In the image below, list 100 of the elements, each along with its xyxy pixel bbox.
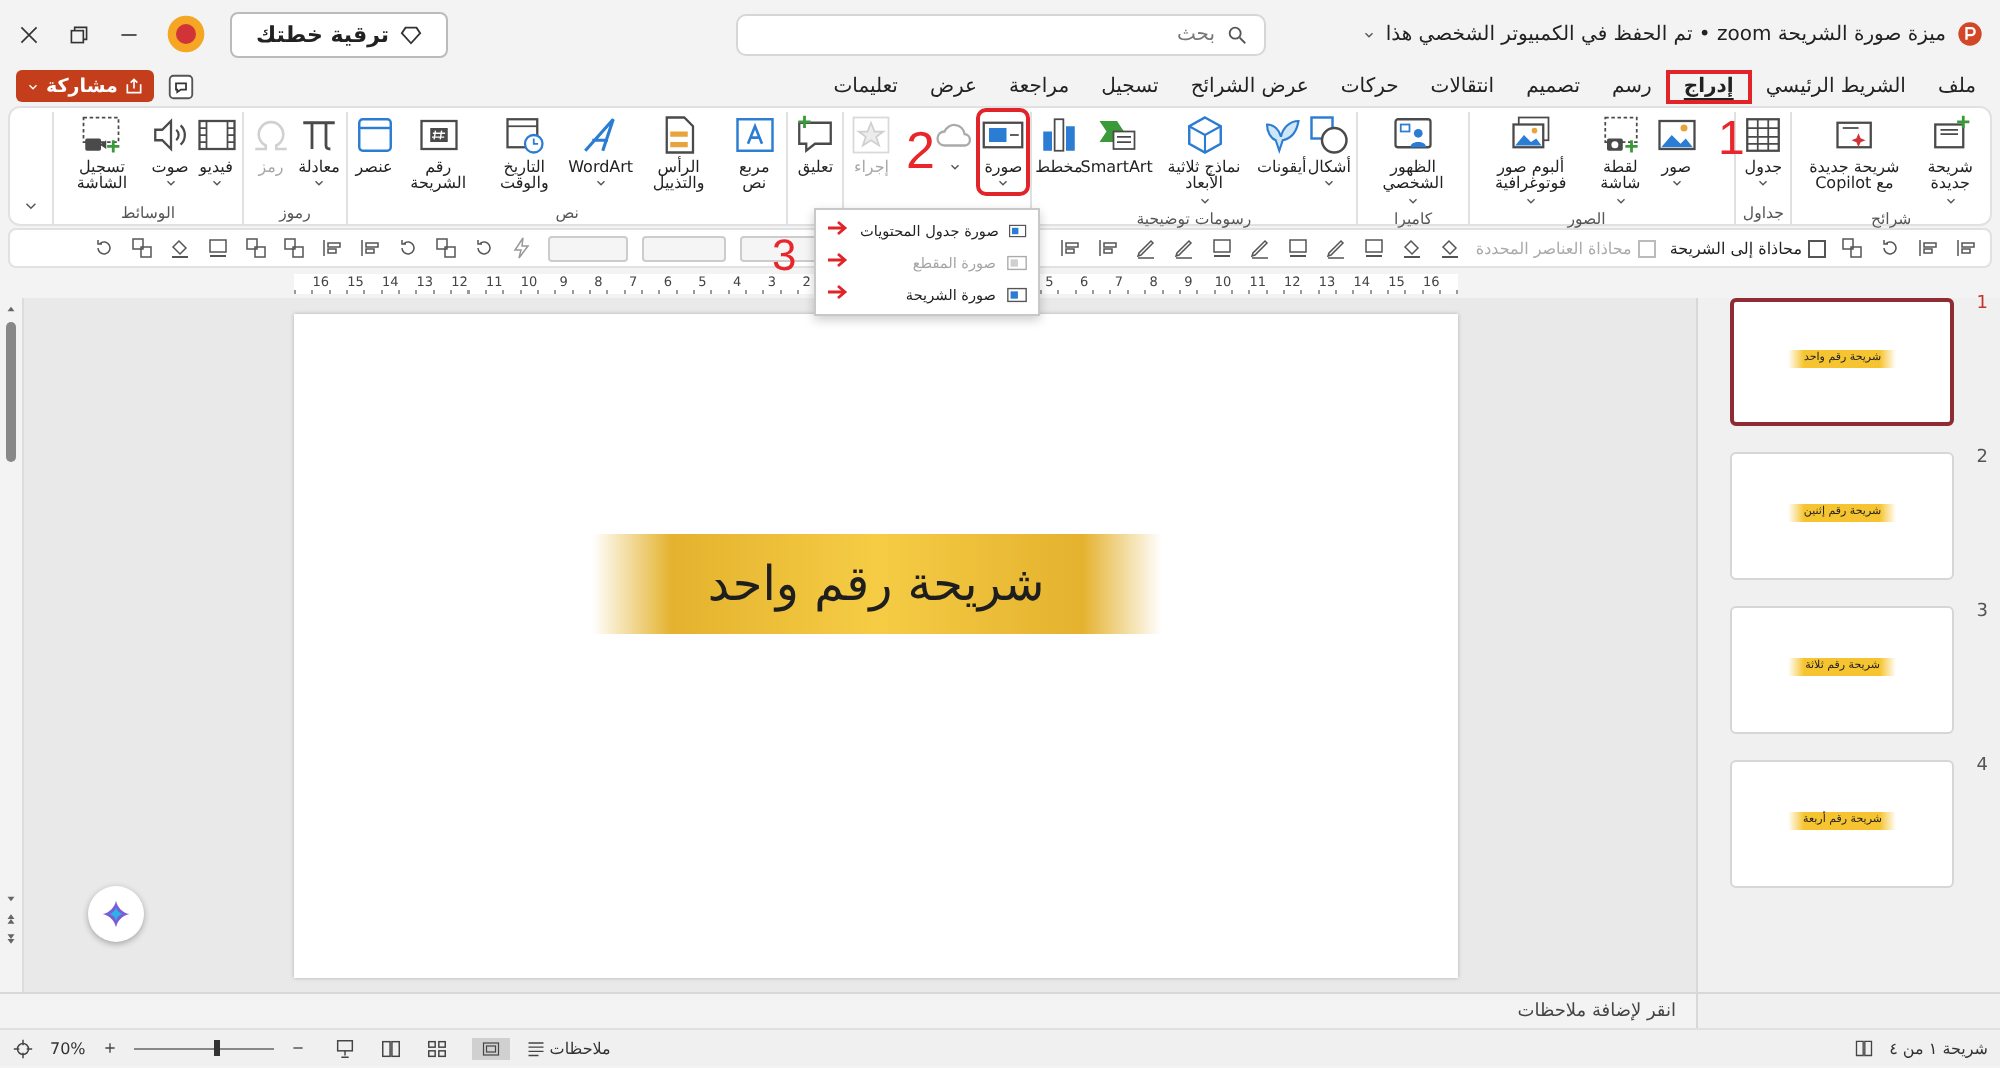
fill-bucket-icon[interactable] xyxy=(167,236,192,260)
checkbox[interactable]: محاذاة إلى الشريحة xyxy=(1669,239,1826,257)
slide-sparkle-button[interactable]: شريحة جديدة مع Copilot xyxy=(1796,112,1913,196)
ribbon-tab[interactable]: عرض xyxy=(915,73,992,99)
presenter-view-icon[interactable] xyxy=(333,1037,356,1059)
group-icon[interactable] xyxy=(433,236,458,260)
caret-icon xyxy=(1943,193,1958,208)
shapes-button[interactable]: أشكال xyxy=(1307,112,1352,193)
pi-button[interactable]: معادلة xyxy=(296,112,343,193)
screenshot-icon xyxy=(1599,114,1642,156)
number-field[interactable] xyxy=(641,235,726,261)
fill-bucket-icon[interactable] xyxy=(1399,236,1424,260)
group-icon[interactable] xyxy=(243,236,268,260)
caret-icon xyxy=(948,160,963,174)
align-icon[interactable] xyxy=(319,236,344,260)
ribbon-tab[interactable]: حركات xyxy=(1326,73,1413,99)
slide-zoom-button[interactable]: صورة xyxy=(980,112,1027,193)
copilot-button[interactable] xyxy=(88,886,144,942)
wordart-button[interactable]: WordArt xyxy=(570,112,632,193)
ribbon-tab[interactable]: رسم xyxy=(1598,73,1666,99)
caret-icon xyxy=(1669,176,1684,191)
search-field[interactable]: بحث xyxy=(735,13,1265,55)
ribbon-tab[interactable]: الشريط الرئيسي xyxy=(1751,73,1920,99)
shape-outline-icon[interactable] xyxy=(1285,236,1310,260)
zoom-in-icon[interactable] xyxy=(101,1040,118,1056)
picture-icon xyxy=(1655,114,1698,156)
scrollbar-thumb[interactable] xyxy=(6,322,16,462)
ribbon-tab[interactable]: ملف xyxy=(1923,73,1990,99)
rotate-icon[interactable] xyxy=(1878,236,1902,260)
ribbon-tab[interactable]: تسجيل xyxy=(1087,73,1173,99)
ribbon-tab[interactable]: تصميم xyxy=(1512,73,1595,99)
reading-view-icon[interactable] xyxy=(379,1037,402,1059)
shape-outline-icon[interactable] xyxy=(1361,236,1386,260)
ribbon-tab[interactable]: عرض الشرائح xyxy=(1176,73,1323,99)
page-up-arrow-icon[interactable] xyxy=(4,912,18,926)
ribbon-tab[interactable]: تعليمات xyxy=(819,73,912,99)
screen-recording-icon xyxy=(80,114,123,156)
header-footer-button[interactable]: الرأس والتذييل xyxy=(633,112,725,196)
caret-icon xyxy=(1361,27,1376,41)
normal-view-icon[interactable] xyxy=(471,1037,510,1059)
group-icon[interactable] xyxy=(129,236,154,260)
calendar-clock-icon xyxy=(503,114,546,156)
notes-button[interactable]: ملاحظات xyxy=(525,1038,611,1058)
align-icon[interactable] xyxy=(1916,236,1940,260)
rotate-icon[interactable] xyxy=(91,236,116,260)
pen-icon[interactable] xyxy=(1323,236,1348,260)
avatar-icon[interactable] xyxy=(166,14,206,54)
bar-chart-button[interactable]: مخطط xyxy=(1036,112,1082,179)
pen-icon[interactable] xyxy=(1171,236,1196,260)
fit-to-window-icon[interactable] xyxy=(12,1037,34,1059)
shape-outline-icon[interactable] xyxy=(205,236,230,260)
window-button[interactable]: عنصر xyxy=(352,112,397,179)
pen-icon[interactable] xyxy=(1247,236,1272,260)
ribbon-tab[interactable]: إدراج xyxy=(1669,73,1748,99)
rotate-icon[interactable] xyxy=(471,236,496,260)
screenshot-button[interactable]: لقطة شاشة xyxy=(1588,112,1653,210)
smartart-button[interactable]: SmartArt xyxy=(1083,112,1150,179)
speaker-icon xyxy=(149,114,192,156)
comment-icon[interactable] xyxy=(165,71,196,101)
page-down-arrow-icon[interactable] xyxy=(4,932,18,946)
shape-outline-icon[interactable] xyxy=(1209,236,1234,260)
pen-icon[interactable] xyxy=(1133,236,1158,260)
speaker-button[interactable]: صوت xyxy=(148,112,193,193)
ribbon-tab[interactable]: مراجعة xyxy=(995,73,1084,99)
film-button[interactable]: فيديو xyxy=(194,112,239,193)
caret-icon xyxy=(1613,193,1628,208)
picture-button[interactable]: صور xyxy=(1654,112,1699,193)
slide-number-button[interactable]: رقم الشريحة xyxy=(398,112,479,196)
calendar-clock-button[interactable]: التاريخ والوقت xyxy=(480,112,569,196)
lightning-icon[interactable] xyxy=(509,236,534,260)
upgrade-button[interactable]: ترقية خطتك xyxy=(230,11,448,57)
ribbon-tab[interactable]: انتقالات xyxy=(1416,73,1509,99)
caret-icon xyxy=(163,176,178,191)
share-button[interactable]: مشاركة xyxy=(16,70,154,102)
align-icon[interactable] xyxy=(1057,236,1082,260)
comment-button[interactable]: تعليق xyxy=(792,112,839,179)
bird-button[interactable]: أيقونات xyxy=(1258,112,1306,179)
restore-icon[interactable] xyxy=(66,21,92,47)
fill-bucket-icon[interactable] xyxy=(1437,236,1462,260)
notes-placeholder[interactable]: انقر لإضافة ملاحظات xyxy=(1517,1001,1676,1021)
close-icon[interactable] xyxy=(16,21,42,47)
screen-recording-button[interactable]: تسجيل الشاشة xyxy=(57,112,147,196)
rotate-icon[interactable] xyxy=(395,236,420,260)
cube-button[interactable]: نماذج ثلاثية الأبعاد xyxy=(1151,112,1257,210)
text-box-button[interactable]: مربع نص xyxy=(726,112,783,196)
presenter-button[interactable]: الظهور الشخصي xyxy=(1361,112,1465,210)
group-icon[interactable] xyxy=(281,236,306,260)
scroll-up-arrow-icon[interactable] xyxy=(4,302,18,316)
new-slide-button[interactable]: شريحة جديدة xyxy=(1914,112,1986,210)
table-button[interactable]: جدول xyxy=(1740,112,1787,193)
align-icon[interactable] xyxy=(1954,236,1978,260)
group-icon[interactable] xyxy=(1840,236,1864,260)
scroll-down-arrow-icon[interactable] xyxy=(4,892,18,906)
photo-album-button[interactable]: ألبوم صور فوتوغرافية xyxy=(1474,112,1587,210)
zoom-percent[interactable]: 70% xyxy=(50,1039,86,1057)
slide-number: 2 xyxy=(1976,448,1988,468)
slide-sorter-icon[interactable] xyxy=(425,1037,448,1059)
align-icon[interactable] xyxy=(1095,236,1120,260)
align-icon[interactable] xyxy=(357,236,382,260)
number-field[interactable] xyxy=(547,235,628,261)
